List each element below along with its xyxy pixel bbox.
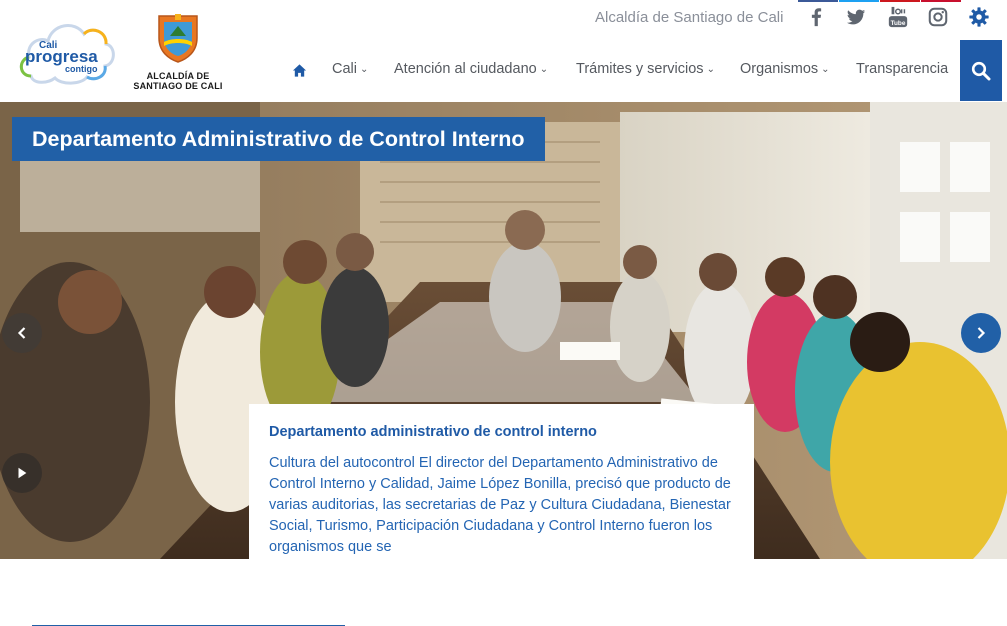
gear-icon[interactable] — [967, 6, 991, 30]
nav-item-organismos[interactable]: Organismos ⌄ — [740, 61, 830, 77]
instagram-color-bar — [921, 0, 961, 2]
youtube-icon[interactable]: Tube — [886, 6, 910, 30]
nav-item-tramites[interactable]: Trámites y servicios ⌄ — [576, 61, 715, 77]
slide-caption[interactable]: Departamento administrativo de control i… — [249, 404, 754, 559]
home-icon[interactable] — [292, 63, 308, 79]
nav-item-transparencia-label: Transparencia — [856, 61, 949, 77]
site-name-link[interactable]: Alcaldía de Santiago de Cali — [595, 9, 783, 26]
play-icon — [18, 467, 27, 479]
slider-prev-button[interactable] — [2, 313, 42, 353]
slider-next-button[interactable] — [961, 313, 1001, 353]
search-button[interactable] — [960, 40, 1002, 101]
chevron-left-icon — [17, 327, 26, 339]
logo-cloud-text-3: contigo — [65, 64, 98, 74]
youtube-color-bar — [880, 0, 920, 2]
chevron-down-icon: ⌄ — [821, 64, 830, 75]
shield-caption: ALCALDÍA DE SANTIAGO DE CALI — [130, 71, 226, 91]
nav-item-organismos-label: Organismos — [740, 61, 819, 77]
caption-text: Cultura del autocontrol El director del … — [269, 455, 731, 555]
facebook-icon[interactable] — [804, 6, 828, 30]
hero-title: Departamento Administrativo de Control I… — [12, 117, 545, 161]
nav-item-transparencia[interactable]: Transparencia — [856, 61, 948, 77]
chevron-down-icon: ⌄ — [706, 64, 715, 75]
coat-of-arms-icon — [158, 14, 198, 63]
nav-item-cali-label: Cali — [332, 61, 357, 77]
instagram-icon[interactable] — [926, 6, 950, 30]
chevron-down-icon: ⌄ — [359, 64, 369, 75]
nav-item-atencion[interactable]: Atención al ciudadano ⌄ — [394, 61, 548, 77]
svg-text:Tube: Tube — [891, 20, 906, 27]
hero-slider: Departamento Administrativo de Control I… — [0, 102, 1007, 559]
nav-item-cali[interactable]: Cali ⌄ — [332, 61, 368, 77]
cali-progresa-logo[interactable]: Cali progresa contigo — [17, 14, 116, 87]
chevron-down-icon: ⌄ — [539, 64, 549, 75]
site-header: Cali progresa contigo ALCALDÍA DE SANTIA… — [0, 0, 1007, 102]
twitter-color-bar — [839, 0, 879, 2]
twitter-icon[interactable] — [844, 6, 868, 30]
nav-item-tramites-label: Trámites y servicios — [576, 61, 704, 77]
social-color-bars — [798, 0, 961, 3]
shield-caption-line2: SANTIAGO DE CALI — [133, 81, 223, 91]
shield-caption-line1: ALCALDÍA DE — [146, 71, 210, 81]
nav-item-atencion-label: Atención al ciudadano — [394, 61, 537, 77]
caption-title[interactable]: Departamento administrativo de control i… — [269, 424, 734, 440]
alcaldia-shield-logo[interactable]: ALCALDÍA DE SANTIAGO DE CALI — [130, 12, 226, 91]
facebook-color-bar — [798, 0, 838, 2]
slider-play-button[interactable] — [2, 453, 42, 493]
chevron-right-icon — [977, 327, 986, 339]
search-icon — [971, 61, 991, 80]
